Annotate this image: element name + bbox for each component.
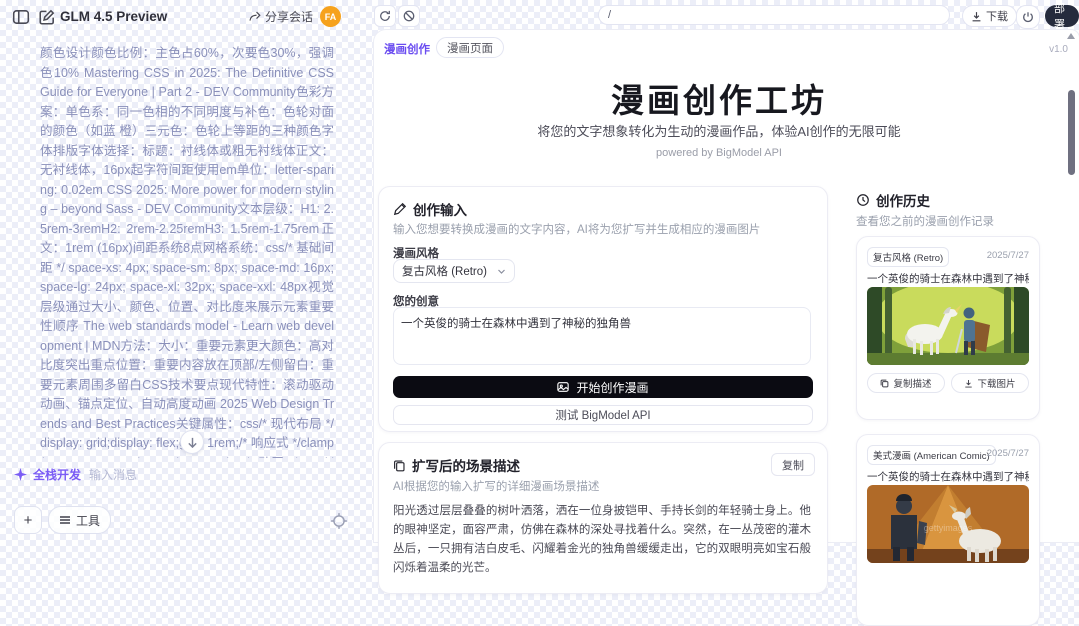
message-input[interactable] [87, 467, 271, 483]
refresh-preview-button[interactable] [374, 5, 396, 27]
scroll-to-bottom-button[interactable] [180, 430, 204, 454]
chat-stream-text: 颜色设计颜色比例：主色占60%，次要色30%，强调色10% Mastering … [40, 44, 334, 458]
tab-comic-page[interactable]: 漫画页面 [436, 37, 504, 58]
disable-preview-button[interactable] [398, 5, 420, 27]
pen-icon [393, 202, 407, 216]
idea-textarea[interactable]: 一个英俊的骑士在森林中遇到了神秘的独角兽 [393, 307, 811, 365]
input-card-title: 创作输入 [413, 199, 467, 219]
tools-label: 工具 [76, 512, 100, 529]
scrollbar-thumb[interactable] [1068, 90, 1075, 175]
new-chat-icon[interactable] [38, 8, 56, 26]
copy-button[interactable]: 复制 [771, 453, 815, 476]
select-element-button[interactable] [330, 512, 348, 530]
download-image-button[interactable]: 下载图片 [951, 373, 1029, 393]
history-date: 2025/7/27 [987, 250, 1029, 261]
avatar-text: FA [325, 12, 337, 22]
expand-card-title: 扩写后的场景描述 [412, 455, 520, 475]
tab-comic-create[interactable]: 漫画创作 [384, 41, 430, 57]
download-button[interactable]: 下载 [962, 5, 1017, 27]
tab-label: 漫画页面 [447, 40, 493, 56]
scrollbar-up-icon[interactable] [1067, 33, 1075, 39]
style-badge: 复古风格 (Retro) [867, 247, 949, 267]
page-title: 漫画创作工坊 [374, 74, 1064, 122]
block-icon [403, 10, 415, 22]
history-icon [856, 193, 870, 207]
start-creation-button[interactable]: 开始创作漫画 [393, 376, 813, 398]
style-badge: 美式漫画 (American Comic) [867, 445, 996, 465]
creation-input-card: 创作输入 输入您想要转换成漫画的文字内容，AI将为您扩写并生成相应的漫画图片 漫… [378, 186, 828, 432]
sidebar-toggle-icon[interactable] [12, 8, 30, 26]
watermark-text: gettyimages [924, 523, 973, 533]
history-title: 创作历史 [876, 190, 930, 210]
copy-label: 复制 [782, 457, 804, 473]
history-item[interactable]: 美式漫画 (American Comic) 2025/7/27 一个英俊的骑士在… [856, 434, 1040, 626]
expanded-scene-text: 阳光透过层层叠叠的树叶洒落，洒在一位身披铠甲、手持长剑的年轻骑士身上。他的眼神坚… [393, 502, 811, 578]
url-path: / [608, 9, 611, 21]
history-date: 2025/7/27 [987, 448, 1029, 459]
history-image-american: gettyimages [867, 485, 1029, 563]
copy-description-button[interactable]: 复制描述 [867, 373, 945, 393]
expand-card-desc: AI根据您的输入扩写的详细漫画场景描述 [393, 478, 599, 494]
style-value: 复古风格 (Retro) [402, 263, 487, 279]
download-label: 下载 [986, 8, 1008, 24]
download-icon [971, 11, 982, 22]
test-api-label: 测试 BigModel API [555, 407, 650, 423]
preview-url-bar[interactable]: / [598, 5, 950, 25]
menu-icon [59, 514, 71, 526]
deploy-button[interactable]: 部署 [1045, 5, 1079, 27]
scroll-down-icon [187, 437, 198, 448]
start-creation-label: 开始创作漫画 [576, 379, 648, 396]
image-icon [557, 381, 569, 393]
crosshair-icon [330, 512, 348, 530]
document-icon [393, 459, 406, 472]
test-api-button[interactable]: 测试 BigModel API [393, 405, 813, 425]
download-image-label: 下载图片 [977, 376, 1015, 390]
share-label: 分享会话 [265, 8, 313, 25]
deploy-label: 部署 [1054, 0, 1070, 32]
mode-chip[interactable]: 全栈开发 [33, 466, 81, 483]
copy-icon [880, 379, 889, 388]
page-subtitle: 将您的文字想象转化为生动的漫画作品，体验AI创作的无限可能 [374, 121, 1064, 140]
left-panel: GLM 4.5 Preview 分享会话 FA 颜色设计颜色比例：主色占60%，… [0, 0, 372, 542]
powered-by: powered by BigModel API [374, 147, 1064, 159]
sparkle-icon [14, 468, 27, 481]
refresh-icon [379, 10, 391, 22]
composer[interactable]: 全栈开发 [14, 466, 271, 483]
chevron-down-icon [497, 267, 506, 276]
history-header: 创作历史 [856, 190, 930, 210]
plus-icon: + [24, 512, 33, 529]
history-text: 一个英俊的骑士在森林中遇到了神秘的独角兽 [867, 469, 1029, 484]
power-icon [1022, 11, 1034, 23]
history-item[interactable]: 复古风格 (Retro) 2025/7/27 一个英俊的骑士在森林中遇到了神秘的… [856, 236, 1040, 420]
history-desc: 查看您之前的漫画创作记录 [856, 213, 994, 229]
avatar[interactable]: FA [320, 6, 341, 27]
expanded-scene-card: 扩写后的场景描述 复制 AI根据您的输入扩写的详细漫画场景描述 阳光透过层层叠叠… [378, 442, 828, 594]
tools-button[interactable]: 工具 [48, 506, 111, 534]
share-session-button[interactable]: 分享会话 [248, 8, 313, 25]
session-title: GLM 4.5 Preview [60, 9, 167, 24]
history-text: 一个英俊的骑士在森林中遇到了神秘的独角兽 [867, 271, 1029, 286]
copy-description-label: 复制描述 [893, 376, 931, 390]
style-select[interactable]: 复古风格 (Retro) [393, 259, 515, 283]
download-icon [964, 379, 973, 388]
history-image-retro [867, 287, 1029, 365]
version-label: v1.0 [1028, 44, 1068, 55]
add-attachment-button[interactable]: + [14, 506, 42, 534]
share-icon [248, 10, 261, 23]
input-card-desc: 输入您想要转换成漫画的文字内容，AI将为您扩写并生成相应的漫画图片 [393, 221, 760, 237]
publish-toggle-button[interactable] [1016, 5, 1040, 29]
